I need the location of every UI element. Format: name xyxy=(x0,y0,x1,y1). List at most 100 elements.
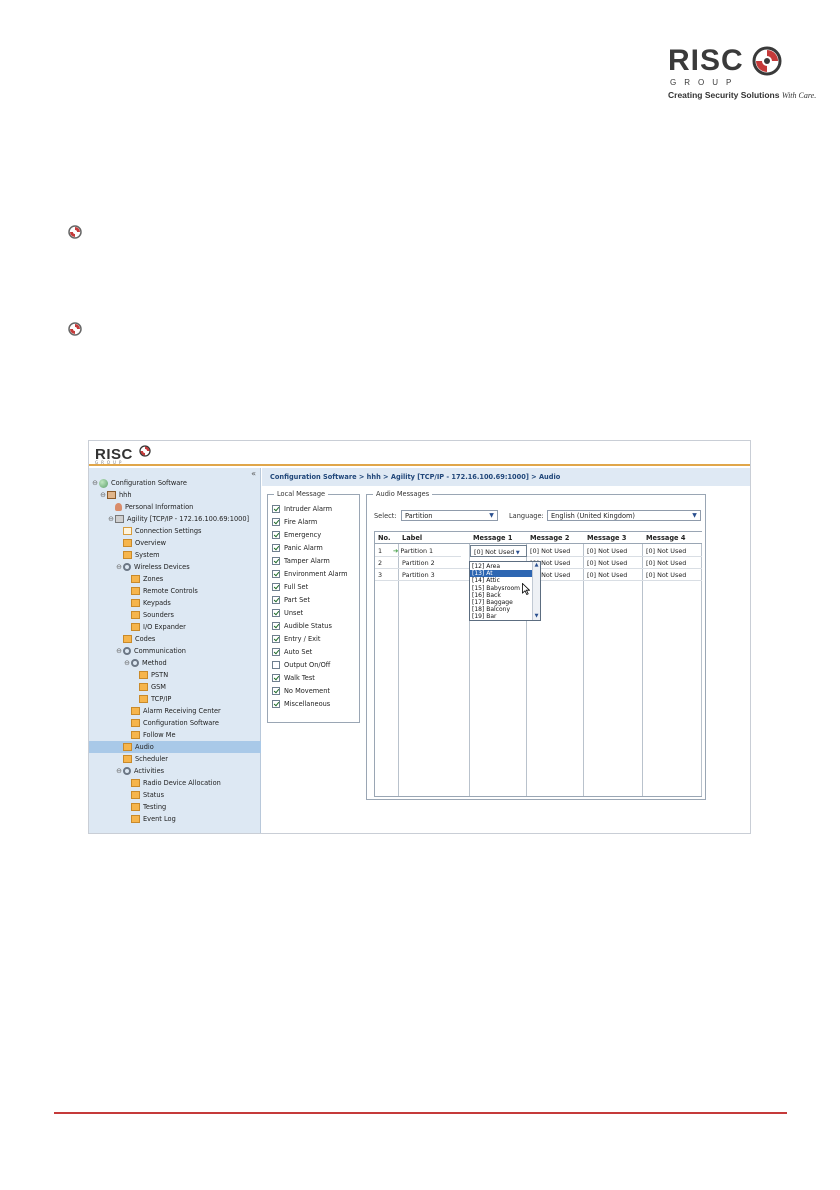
tree-item[interactable]: Radio Device Allocation xyxy=(123,777,221,789)
tree-item[interactable]: Scheduler xyxy=(115,753,168,765)
tree-item[interactable]: ⊖ Communication xyxy=(115,645,186,657)
checkbox-checked[interactable] xyxy=(272,634,280,643)
local-message-option[interactable]: Part Set xyxy=(272,594,310,605)
tree-item[interactable]: GSM xyxy=(131,681,166,693)
tree-item[interactable]: ⊖ hhh xyxy=(99,489,132,501)
dropdown-option[interactable]: [12] Area xyxy=(470,563,532,570)
tree-item[interactable]: Event Log xyxy=(123,813,176,825)
checkbox-checked[interactable] xyxy=(272,686,280,695)
local-message-option[interactable]: Walk Test xyxy=(272,672,315,683)
table-cell[interactable]: [0] Not Used xyxy=(584,569,643,581)
tree-item[interactable]: Remote Controls xyxy=(123,585,198,597)
collapse-toggle-icon[interactable]: ⊖ xyxy=(123,659,131,667)
checkbox-unchecked[interactable] xyxy=(272,660,280,669)
checkbox-checked[interactable] xyxy=(272,699,280,708)
local-message-option[interactable]: Auto Set xyxy=(272,646,312,657)
select-dropdown[interactable]: Partition ▼ xyxy=(401,510,498,521)
collapse-sidebar-button[interactable]: « xyxy=(251,469,256,478)
table-cell[interactable]: [0] Not Used xyxy=(643,569,702,581)
scroll-down-icon[interactable]: ▼ xyxy=(533,613,540,620)
tree-item[interactable]: Sounders xyxy=(123,609,174,621)
panel-icon xyxy=(115,515,124,523)
tree-item[interactable]: Keypads xyxy=(123,597,171,609)
local-message-option[interactable]: Environment Alarm xyxy=(272,568,348,579)
table-cell[interactable]: [0] Not Used xyxy=(643,557,702,569)
tree-item[interactable]: ⊖ Activities xyxy=(115,765,164,777)
tree-item[interactable]: ⊖ Method xyxy=(123,657,167,669)
local-message-option[interactable]: No Movement xyxy=(272,685,330,696)
dropdown-scrollbar[interactable]: ▲ ▼ xyxy=(532,562,540,620)
folder-icon xyxy=(131,707,140,715)
chevron-down-icon[interactable]: ▼ xyxy=(514,550,520,556)
local-message-option[interactable]: Fire Alarm xyxy=(272,516,317,527)
tree-item-label: Scheduler xyxy=(135,755,169,763)
tree-item[interactable]: ⊖ Agility [TCP/IP - 172.16.100.69:1000] xyxy=(107,513,249,525)
checkbox-checked[interactable] xyxy=(272,621,280,630)
tree-item[interactable]: Configuration Software xyxy=(123,717,219,729)
collapse-toggle-icon[interactable]: ⊖ xyxy=(115,647,123,655)
local-message-option[interactable]: Tamper Alarm xyxy=(272,555,330,566)
main-panel: Configuration Software > hhh > Agility [… xyxy=(262,468,750,833)
collapse-toggle-icon[interactable]: ⊖ xyxy=(107,515,115,523)
local-message-label: Intruder Alarm xyxy=(284,504,333,513)
tree-item[interactable]: ⊖ Configuration Software xyxy=(91,477,187,489)
tree-item-label: Follow Me xyxy=(143,731,176,739)
checkbox-checked[interactable] xyxy=(272,608,280,617)
tree-item[interactable]: PSTN xyxy=(131,669,168,681)
checkbox-checked[interactable] xyxy=(272,673,280,682)
local-message-option[interactable]: Panic Alarm xyxy=(272,542,323,553)
dropdown-option[interactable]: [19] Bar xyxy=(470,613,532,620)
local-message-label: Output On/Off xyxy=(284,660,331,669)
dropdown-option[interactable]: [17] Baggage xyxy=(470,599,532,606)
dropdown-option[interactable]: [13] At xyxy=(470,570,532,578)
app-logo: RISC GROUP xyxy=(95,444,151,465)
collapse-toggle-icon[interactable]: ⊖ xyxy=(115,563,123,571)
local-message-option[interactable]: Unset xyxy=(272,607,303,618)
tree-item[interactable]: Personal Information xyxy=(107,501,193,513)
message-dropdown-list[interactable]: ▲ ▼ [12] Area [13] At [14] Attic [15] Babys… xyxy=(469,561,541,621)
local-message-option[interactable]: Emergency xyxy=(272,529,321,540)
tree-item-label: Agility [TCP/IP - 172.16.100.69:1000] xyxy=(127,515,250,523)
table-cell[interactable]: [0] Not Used xyxy=(643,545,702,557)
table-header: No. xyxy=(375,532,399,544)
checkbox-checked[interactable] xyxy=(272,504,280,513)
tree-item[interactable]: Audio xyxy=(89,741,261,753)
table-cell[interactable]: [0] Not Used xyxy=(527,545,584,557)
local-message-option[interactable]: Full Set xyxy=(272,581,308,592)
checkbox-checked[interactable] xyxy=(272,582,280,591)
tree-item[interactable]: I/O Expander xyxy=(123,621,186,633)
local-message-option[interactable]: Audible Status xyxy=(272,620,332,631)
table-cell[interactable]: [0] Not Used ▼ xyxy=(470,545,527,557)
tree-item[interactable]: System xyxy=(115,549,160,561)
tree-item[interactable]: Codes xyxy=(115,633,155,645)
checkbox-checked[interactable] xyxy=(272,595,280,604)
local-message-option[interactable]: Entry / Exit xyxy=(272,633,320,644)
tree-item[interactable]: Connection Settings xyxy=(115,525,201,537)
collapse-toggle-icon[interactable]: ⊖ xyxy=(99,491,107,499)
tree-item[interactable]: ⊖ Wireless Devices xyxy=(115,561,190,573)
scroll-up-icon[interactable]: ▲ xyxy=(533,562,540,569)
tree-item[interactable]: Alarm Receiving Center xyxy=(123,705,221,717)
table-cell[interactable]: [0] Not Used xyxy=(584,545,643,557)
local-message-option[interactable]: Output On/Off xyxy=(272,659,330,670)
tree-item[interactable]: Follow Me xyxy=(123,729,176,741)
checkbox-checked[interactable] xyxy=(272,517,280,526)
table-cell[interactable]: [0] Not Used xyxy=(584,557,643,569)
language-dropdown[interactable]: English (United Kingdom) ▼ xyxy=(547,510,701,521)
checkbox-checked[interactable] xyxy=(272,530,280,539)
checkbox-checked[interactable] xyxy=(272,647,280,656)
tree-item[interactable]: Testing xyxy=(123,801,166,813)
tree-item[interactable]: Zones xyxy=(123,573,163,585)
dropdown-option[interactable]: [18] Balcony xyxy=(470,606,532,613)
collapse-toggle-icon[interactable]: ⊖ xyxy=(115,767,123,775)
tree-item[interactable]: Status xyxy=(123,789,164,801)
local-message-option[interactable]: Intruder Alarm xyxy=(272,503,332,514)
tree-item[interactable]: TCP/IP xyxy=(131,693,171,705)
collapse-toggle-icon[interactable]: ⊖ xyxy=(91,479,99,487)
local-message-option[interactable]: Miscellaneous xyxy=(272,698,330,709)
tree-item[interactable]: Overview xyxy=(115,537,166,549)
local-message-label: No Movement xyxy=(284,686,330,695)
checkbox-checked[interactable] xyxy=(272,543,280,552)
checkbox-checked[interactable] xyxy=(272,569,280,578)
checkbox-checked[interactable] xyxy=(272,556,280,565)
